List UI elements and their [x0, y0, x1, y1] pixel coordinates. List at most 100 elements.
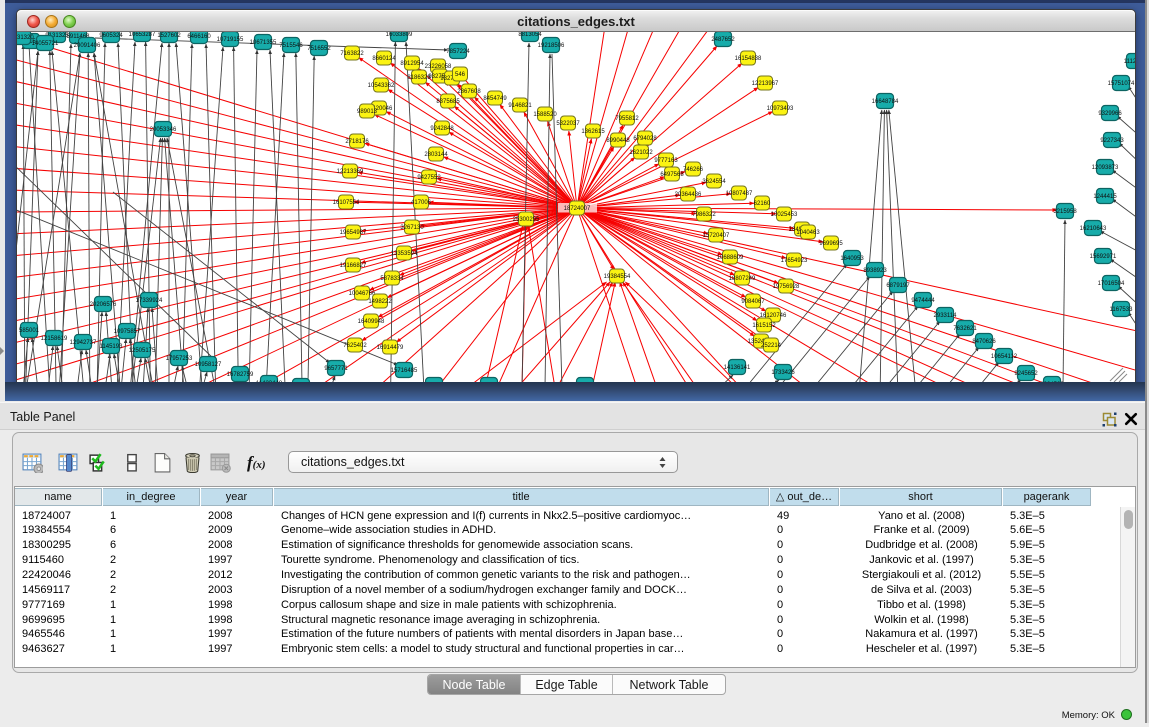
- svg-text:7632621: 7632621: [953, 326, 977, 332]
- svg-text:9329966: 9329966: [1098, 111, 1122, 117]
- svg-text:19384554: 19384554: [604, 274, 631, 280]
- svg-text:6879197: 6879197: [886, 283, 910, 289]
- svg-text:7515546: 7515546: [279, 43, 303, 49]
- svg-text:2487652: 2487652: [711, 37, 735, 43]
- svg-text:17016504: 17016504: [1098, 281, 1125, 287]
- svg-text:19654987: 19654987: [340, 230, 367, 236]
- svg-text:1167533: 1167533: [1110, 307, 1134, 313]
- svg-text:10654112: 10654112: [991, 354, 1018, 360]
- svg-text:5878334: 5878334: [380, 276, 404, 282]
- svg-text:10807487: 10807487: [726, 191, 753, 197]
- svg-text:1621022: 1621022: [629, 150, 653, 156]
- svg-text:12505175: 12505175: [129, 348, 156, 354]
- svg-text:6794028: 6794028: [633, 136, 657, 142]
- svg-text:3215958: 3215958: [1053, 209, 1077, 215]
- svg-text:8470626: 8470626: [972, 339, 996, 345]
- svg-text:19166827: 19166827: [340, 263, 367, 269]
- svg-text:9657771: 9657771: [324, 366, 348, 372]
- svg-text:19218506: 19218506: [538, 43, 565, 49]
- svg-text:12942737: 12942737: [70, 340, 97, 346]
- svg-text:7163822: 7163822: [340, 51, 364, 57]
- svg-text:18724007: 18724007: [564, 206, 591, 212]
- svg-text:9699695: 9699695: [819, 241, 843, 247]
- svg-text:3624554: 3624554: [702, 179, 726, 185]
- svg-text:746266: 746266: [683, 167, 704, 173]
- svg-text:10671355: 10671355: [250, 40, 277, 46]
- svg-text:16782759: 16782759: [227, 372, 254, 378]
- svg-text:2933114: 2933114: [934, 313, 958, 319]
- svg-text:585001: 585001: [19, 328, 40, 334]
- svg-text:17339924: 17339924: [136, 298, 163, 304]
- svg-text:9605324: 9605324: [99, 33, 123, 39]
- svg-text:9242848: 9242848: [430, 126, 454, 132]
- svg-text:989013: 989013: [357, 109, 378, 115]
- svg-text:546: 546: [455, 72, 466, 78]
- svg-text:25300295: 25300295: [513, 217, 540, 223]
- svg-text:9245652: 9245652: [1014, 371, 1038, 377]
- svg-text:2718176: 2718176: [345, 139, 369, 145]
- svg-text:1244415: 1244415: [1093, 194, 1117, 200]
- svg-text:1615152: 1615152: [752, 323, 776, 329]
- svg-text:15751074: 15751074: [1108, 81, 1135, 87]
- svg-text:10958127: 10958127: [195, 362, 222, 368]
- svg-text:20053346: 20053346: [150, 127, 177, 133]
- svg-text:9146821: 9146821: [508, 103, 532, 109]
- svg-text:14055721: 14055721: [32, 41, 59, 47]
- svg-text:8660124: 8660124: [372, 56, 396, 62]
- svg-text:9227343: 9227343: [1100, 138, 1124, 144]
- svg-text:16033809: 16033809: [386, 32, 413, 38]
- svg-text:1112384: 1112384: [1124, 59, 1135, 65]
- svg-text:16409948: 16409948: [358, 319, 385, 325]
- svg-text:417006: 417006: [411, 200, 432, 206]
- svg-text:2803144: 2803144: [424, 152, 448, 158]
- svg-text:12213369: 12213369: [337, 169, 364, 175]
- svg-text:1498222: 1498222: [368, 299, 392, 305]
- svg-text:2867608: 2867608: [457, 89, 481, 95]
- svg-text:8813054: 8813054: [518, 32, 542, 38]
- svg-text:1040463: 1040463: [796, 230, 820, 236]
- svg-text:13353594: 13353594: [391, 251, 418, 257]
- svg-text:10046766: 10046766: [349, 291, 376, 297]
- svg-text:1527602: 1527602: [157, 33, 181, 39]
- svg-text:1362615: 1362615: [581, 129, 605, 135]
- svg-text:15692971: 15692971: [1090, 254, 1117, 260]
- svg-text:12093873: 12093873: [1092, 165, 1119, 171]
- svg-text:8454749: 8454749: [483, 96, 507, 102]
- svg-text:10543362: 10543362: [368, 83, 395, 89]
- svg-text:16107554: 16107554: [333, 200, 360, 206]
- svg-text:8990448: 8990448: [606, 138, 630, 144]
- svg-text:3267130: 3267130: [400, 225, 424, 231]
- svg-text:18807249: 18807249: [729, 276, 756, 282]
- svg-text:8938923: 8938923: [863, 268, 887, 274]
- svg-text:1733426: 1733426: [771, 370, 795, 376]
- svg-text:7625402: 7625402: [343, 343, 367, 349]
- svg-text:7986322: 7986322: [692, 212, 716, 218]
- svg-text:1588520: 1588520: [533, 112, 557, 118]
- svg-text:5322037: 5322037: [556, 121, 580, 127]
- svg-text:10975857: 10975857: [114, 329, 141, 335]
- svg-text:17654923: 17654923: [781, 258, 808, 264]
- svg-text:252214: 252214: [761, 343, 782, 349]
- svg-text:12158619: 12158619: [41, 336, 68, 342]
- svg-text:6466160: 6466160: [187, 34, 211, 40]
- svg-text:10653287: 10653287: [129, 32, 156, 38]
- svg-text:9777163: 9777163: [654, 158, 678, 164]
- svg-text:12213967: 12213967: [752, 81, 779, 87]
- svg-text:16210643: 16210643: [1080, 226, 1107, 232]
- svg-text:1145193: 1145193: [100, 344, 124, 350]
- svg-text:1640953: 1640953: [840, 256, 864, 262]
- svg-text:9474444: 9474444: [911, 298, 935, 304]
- svg-text:15716485: 15716485: [391, 368, 418, 374]
- svg-text:8375685: 8375685: [436, 99, 460, 105]
- svg-text:14136141: 14136141: [724, 365, 751, 371]
- svg-text:62160: 62160: [754, 201, 771, 207]
- svg-text:17957253: 17957253: [166, 356, 193, 362]
- svg-text:10973493: 10973493: [767, 106, 794, 112]
- svg-text:16914479: 16914479: [377, 345, 404, 351]
- svg-text:16648784: 16648784: [872, 99, 899, 105]
- svg-text:6497568: 6497568: [660, 172, 684, 178]
- svg-text:8186328: 8186328: [407, 75, 431, 81]
- svg-text:19756928: 19756928: [773, 284, 800, 290]
- svg-text:20364436: 20364436: [675, 192, 702, 198]
- svg-text:16154838: 16154838: [735, 56, 762, 62]
